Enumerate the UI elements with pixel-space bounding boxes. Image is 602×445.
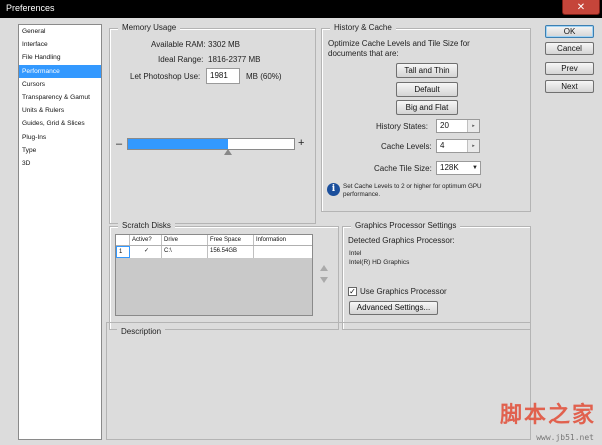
graphics-processor-title: Graphics Processor Settings <box>351 221 461 230</box>
cache-levels-spinner-icon[interactable]: ▸ <box>467 140 479 152</box>
description-title: Description <box>117 327 166 336</box>
cache-tile-size-label: Cache Tile Size: <box>374 164 432 173</box>
let-photoshop-use-suffix: MB (60%) <box>246 72 282 81</box>
close-icon: ✕ <box>576 1 586 13</box>
row-free-space: 156.54GB <box>208 246 254 258</box>
description-panel: Description <box>106 322 531 440</box>
column-header-active: Active? <box>130 235 162 245</box>
nav-item-general[interactable]: General <box>19 25 101 38</box>
nav-item-3d[interactable]: 3D <box>19 157 101 170</box>
nav-item-plug-ins[interactable]: Plug-Ins <box>19 131 101 144</box>
available-ram-value: 3302 MB <box>208 40 241 49</box>
scratch-disks-title: Scratch Disks <box>118 221 175 230</box>
cancel-button[interactable]: Cancel <box>545 42 594 55</box>
slider-minus-icon[interactable]: – <box>116 138 122 150</box>
gpu-model: Intel(R) HD Graphics <box>349 259 410 266</box>
row-drive: C:\ <box>162 246 208 258</box>
gpu-cache-hint: Set Cache Levels to 2 or higher for opti… <box>343 183 482 198</box>
memory-usage-title: Memory Usage <box>118 23 181 32</box>
memory-slider-thumb[interactable] <box>223 149 232 155</box>
ok-button[interactable]: OK <box>545 25 594 38</box>
nav-item-guides-grid-slices[interactable]: Guides, Grid & Slices <box>19 117 101 130</box>
tall-and-thin-button[interactable]: Tall and Thin <box>396 63 458 78</box>
memory-slider-fill <box>128 139 228 149</box>
preferences-window: General Interface File Handling Performa… <box>0 18 602 445</box>
nav-item-file-handling[interactable]: File Handling <box>19 51 101 64</box>
move-down-arrow-icon[interactable] <box>320 277 328 283</box>
ideal-range-label: Ideal Range: <box>158 55 204 64</box>
slider-plus-icon[interactable]: + <box>298 137 304 149</box>
available-ram-label: Available RAM: <box>151 40 206 49</box>
cache-optimize-description: Optimize Cache Levels and Tile Size for … <box>328 39 470 58</box>
table-row[interactable]: 1 ✓ C:\ 156.54GB <box>116 246 312 258</box>
prev-button[interactable]: Prev <box>545 62 594 75</box>
gpu-vendor: Intel <box>349 250 362 257</box>
history-states-input[interactable]: 20 ▸ <box>436 119 480 133</box>
let-photoshop-use-input[interactable]: 1981 <box>206 68 240 84</box>
nav-item-transparency-gamut[interactable]: Transparency & Gamut <box>19 91 101 104</box>
let-photoshop-use-label: Let Photoshop Use: <box>130 72 201 81</box>
watermark-logo: 脚本之家 <box>499 403 596 428</box>
column-header-drive: Drive <box>162 235 208 245</box>
advanced-settings-button[interactable]: Advanced Settings... <box>349 301 438 315</box>
row-active-checkmark[interactable]: ✓ <box>130 246 162 258</box>
big-and-flat-button[interactable]: Big and Flat <box>396 100 458 115</box>
row-information <box>254 246 312 258</box>
history-states-spinner-icon[interactable]: ▸ <box>467 120 479 132</box>
history-cache-title: History & Cache <box>330 23 396 32</box>
cache-tile-size-select[interactable]: 128K ▼ <box>436 161 481 175</box>
memory-slider-track[interactable] <box>127 138 295 150</box>
history-states-value: 20 <box>440 121 449 130</box>
cache-levels-value: 4 <box>440 141 445 150</box>
nav-item-type[interactable]: Type <box>19 144 101 157</box>
category-list: General Interface File Handling Performa… <box>18 24 102 440</box>
close-button[interactable]: ✕ <box>562 0 600 15</box>
cache-levels-label: Cache Levels: <box>381 142 432 151</box>
next-button[interactable]: Next <box>545 80 594 93</box>
cache-tile-size-value: 128K <box>440 163 459 172</box>
window-title: Preferences <box>6 3 55 13</box>
default-button[interactable]: Default <box>396 82 458 97</box>
use-gpu-label: Use Graphics Processor <box>360 287 447 296</box>
column-header-free-space: Free Space <box>208 235 254 245</box>
scratch-disks-table: Active? Drive Free Space Information 1 ✓… <box>115 234 313 316</box>
table-header: Active? Drive Free Space Information <box>116 235 312 246</box>
row-index: 1 <box>116 246 130 258</box>
info-icon: i <box>327 183 340 196</box>
move-up-arrow-icon[interactable] <box>320 265 328 271</box>
history-states-label: History States: <box>376 122 429 131</box>
column-header-information: Information <box>256 237 287 243</box>
nav-item-units-rulers[interactable]: Units & Rulers <box>19 104 101 117</box>
cache-levels-input[interactable]: 4 ▸ <box>436 139 480 153</box>
use-gpu-checkbox[interactable]: ✓ <box>348 287 357 296</box>
chevron-down-icon: ▼ <box>472 165 478 171</box>
nav-item-performance[interactable]: Performance <box>19 64 101 78</box>
nav-item-cursors[interactable]: Cursors <box>19 78 101 91</box>
column-header-index <box>116 235 130 245</box>
ideal-range-value: 1816-2377 MB <box>208 55 261 64</box>
detected-gpu-label: Detected Graphics Processor: <box>348 236 455 245</box>
nav-item-interface[interactable]: Interface <box>19 38 101 51</box>
watermark-url: www.jb51.net <box>536 433 594 442</box>
title-bar: Preferences ✕ <box>0 0 602 18</box>
